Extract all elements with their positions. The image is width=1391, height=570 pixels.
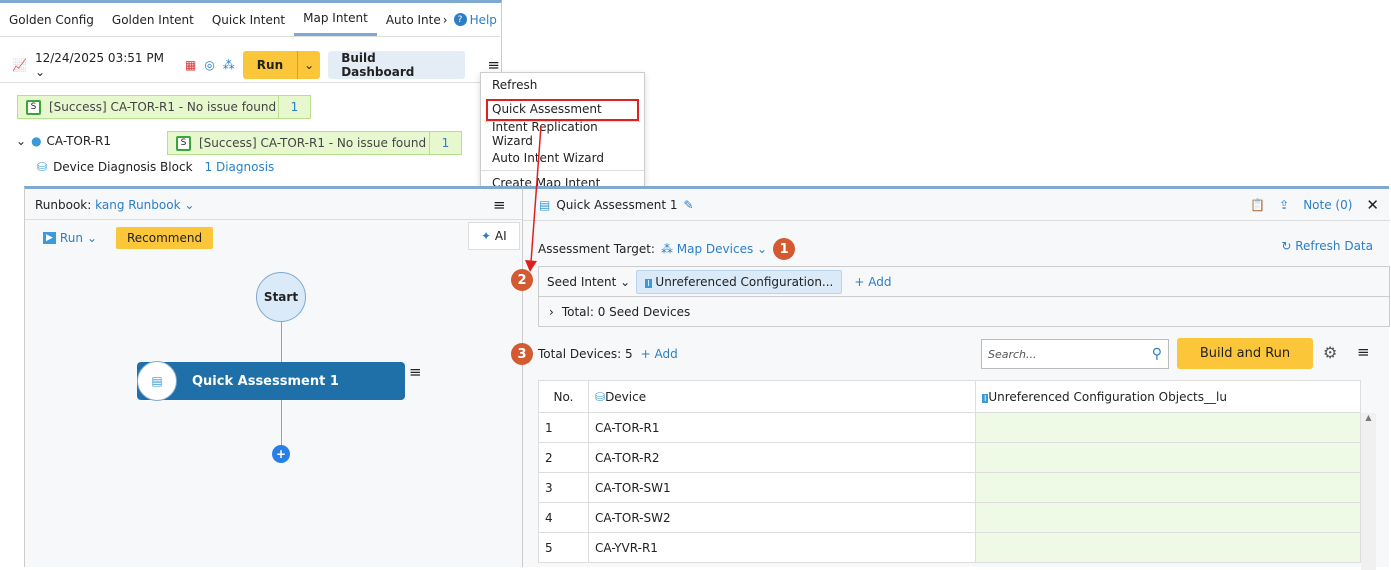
step-badge-1: 1 <box>773 238 796 260</box>
add-device-button[interactable]: + Add <box>641 347 678 361</box>
refresh-data-button[interactable]: ↻ Refresh Data <box>1281 239 1373 253</box>
menu-item-refresh[interactable]: Refresh <box>481 73 644 98</box>
map-devices-icon[interactable]: ⁂ <box>223 58 235 72</box>
search-icon: ⚲ <box>1151 346 1162 362</box>
play-icon: ▶ <box>43 232 56 244</box>
chevron-right-icon[interactable]: › <box>443 13 448 27</box>
menu-item-auto-intent-wizard[interactable]: Auto Intent Wizard <box>481 147 644 171</box>
node-menu-icon[interactable]: ≡ <box>409 363 422 381</box>
step-badge-3: 3 <box>511 343 533 365</box>
quick-assessment-node[interactable]: Quick Assessment 1 <box>137 362 405 400</box>
build-dashboard-button[interactable]: Build Dashboard <box>328 50 466 79</box>
devices-table: No. ⛁Device I Unreferenced Configuration … <box>538 380 1361 563</box>
database-icon: ⛁ <box>37 160 48 174</box>
divider <box>25 219 523 220</box>
quick-assessment-panel: ▤ Quick Assessment 1 ✎ 📋 ⇪ Note (0) ✕ Asse… <box>511 186 1390 570</box>
router-icon: ● <box>31 134 42 148</box>
tab-golden-intent[interactable]: Golden Intent <box>103 3 203 36</box>
assessment-icon: ▤ <box>137 361 177 401</box>
device-node[interactable]: ⌄ ● CA-TOR-R1 <box>16 134 111 148</box>
runbook-run-button[interactable]: ▶ Run ⌄ <box>43 231 97 245</box>
note-button[interactable]: Note (0) <box>1303 198 1352 212</box>
export-icon[interactable]: ⇪ <box>1279 198 1289 212</box>
trend-icon: 📈 <box>12 57 27 72</box>
datetime-select[interactable]: 12/24/2025 03:51 PM ⌄ <box>35 51 177 79</box>
connector <box>281 322 282 362</box>
help-link[interactable]: ? Help <box>453 13 497 27</box>
table-header: No. ⛁Device I Unreferenced Configuration … <box>538 380 1361 413</box>
ai-button[interactable]: ✦ AI <box>468 222 520 250</box>
seed-intent-box: Seed Intent ⌄ I Unreferenced Configurati… <box>538 266 1390 327</box>
start-node[interactable]: Start <box>256 272 306 322</box>
table-row[interactable]: 3 CA-TOR-SW1 <box>538 472 1361 503</box>
help-icon: ? <box>453 13 467 26</box>
tab-auto-intent[interactable]: Auto Inte <box>377 3 443 36</box>
search-input[interactable]: Search... ⚲ <box>981 339 1169 369</box>
refresh-icon: ↻ <box>1281 239 1296 253</box>
annotation-arrow <box>525 125 542 272</box>
clipboard-icon[interactable]: 📋 <box>1250 198 1265 212</box>
menu-item-intent-replication-wizard[interactable]: Intent Replication Wizard <box>481 120 644 148</box>
runbook-select[interactable]: Runbook: kang Runbook ⌄ <box>35 198 194 212</box>
menu-icon[interactable]: ≡ <box>487 56 500 74</box>
table-row[interactable]: 1 CA-TOR-R1 <box>538 412 1361 443</box>
scrollbar[interactable]: ▲ <box>1361 413 1376 570</box>
tab-bar: Golden Config Golden Intent Quick Intent… <box>0 3 500 37</box>
divider <box>523 220 1390 221</box>
tab-quick-intent[interactable]: Quick Intent <box>203 3 294 36</box>
menu-icon[interactable]: ≡ <box>493 196 506 214</box>
menu-icon[interactable]: ≡ <box>1357 343 1370 361</box>
close-icon[interactable]: ✕ <box>1366 196 1379 214</box>
tab-golden-config[interactable]: Golden Config <box>0 3 103 36</box>
add-intent-button[interactable]: + Add <box>854 275 891 289</box>
context-menu: Refresh Quick Assessment Intent Replicat… <box>480 72 645 188</box>
table-row[interactable]: 4 CA-TOR-SW2 <box>538 502 1361 533</box>
device-icon: ⛁ <box>595 389 606 404</box>
diagnosis-link[interactable]: 1 Diagnosis <box>205 160 275 174</box>
panel-title: ▤ Quick Assessment 1 ✎ <box>539 198 694 212</box>
toolbar: 📈 12/24/2025 03:51 PM ⌄ ▦ ◎ ⁂ Run ⌄ Build… <box>0 47 500 83</box>
chevron-down-icon[interactable]: ⌄ <box>297 50 320 79</box>
topology-icon[interactable]: ▦ <box>185 58 196 72</box>
device-result[interactable]: S [Success] CA-TOR-R1 - No issue found 1 <box>167 131 462 155</box>
table-row[interactable]: 2 CA-TOR-R2 <box>538 442 1361 473</box>
gear-icon[interactable]: ⚙ <box>1323 343 1337 362</box>
run-button[interactable]: Run ⌄ <box>242 50 321 79</box>
table-row[interactable]: 5 CA-YVR-R1 <box>538 532 1361 563</box>
build-and-run-button[interactable]: Build and Run <box>1177 338 1313 369</box>
seed-intent-select[interactable]: Seed Intent ⌄ <box>547 275 630 289</box>
assessment-target-select[interactable]: ⁂ Map Devices ⌄ <box>661 242 767 256</box>
intent-chip[interactable]: I Unreferenced Configuration... <box>636 269 843 294</box>
add-node-icon[interactable]: + <box>272 445 290 463</box>
eye-off-icon[interactable]: ◎ <box>204 58 214 72</box>
runbook-panel: Runbook: kang Runbook ⌄ ≡ ▶ Run ⌄ Recommen… <box>24 186 523 567</box>
tab-map-intent[interactable]: Map Intent <box>294 3 377 36</box>
seed-devices-toggle[interactable]: › Total: 0 Seed Devices <box>539 297 1389 326</box>
recommend-button[interactable]: Recommend <box>116 227 214 249</box>
result-summary[interactable]: S [Success] CA-TOR-R1 - No issue found 1 <box>17 95 311 119</box>
diagnosis-block: ⛁ Device Diagnosis Block 1 Diagnosis <box>37 160 275 174</box>
edit-icon[interactable]: ✎ <box>684 198 694 212</box>
menu-item-quick-assessment[interactable]: Quick Assessment <box>485 98 640 122</box>
connector <box>281 400 282 445</box>
